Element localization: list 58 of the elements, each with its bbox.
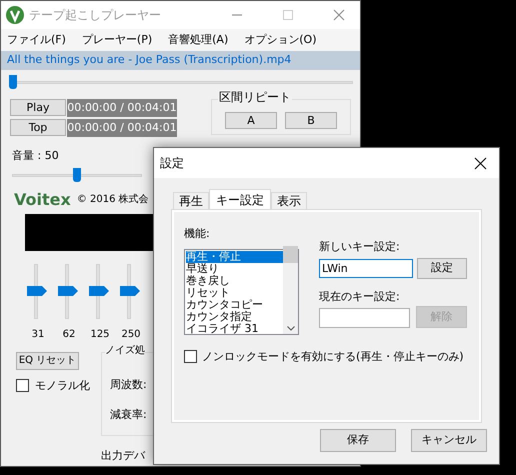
- time-display: 00:00:00 / 00:04:01: [67, 99, 177, 117]
- tab[interactable]: 再生: [173, 192, 209, 209]
- group-title: 区間リピート: [218, 91, 292, 103]
- group-title: ノイズ処: [105, 346, 145, 356]
- tab[interactable]: キー設定: [209, 189, 271, 209]
- eq-slider-thumb[interactable]: [58, 286, 78, 296]
- eq-band-label: 62: [62, 328, 76, 342]
- close-icon[interactable]: [474, 156, 487, 170]
- dialog-button[interactable]: 保存: [320, 429, 396, 452]
- time-display: 00:00:00 / 00:04:01: [67, 119, 177, 137]
- checkbox-label[interactable]: モノラル化: [35, 378, 90, 394]
- current-key-field[interactable]: [319, 308, 410, 328]
- eq-band-label: 125: [90, 328, 110, 342]
- list-item[interactable]: カウンタコピー: [186, 298, 283, 310]
- logo: Voitex: [14, 192, 71, 208]
- copyright: © 2016 株式会: [76, 192, 149, 207]
- checkbox[interactable]: [16, 379, 29, 392]
- menu-item[interactable]: プレーヤー(P): [82, 32, 152, 48]
- tab[interactable]: 表示: [271, 192, 307, 209]
- repeat-button[interactable]: A: [225, 112, 277, 128]
- slider-thumb[interactable]: [9, 75, 17, 89]
- slider-thumb[interactable]: [73, 168, 81, 182]
- menu-item[interactable]: 音響処理(A): [168, 32, 228, 48]
- list-item[interactable]: カウンタ指定: [186, 310, 283, 322]
- checkbox[interactable]: [184, 350, 197, 364]
- eq-slider-thumb[interactable]: [120, 286, 140, 296]
- function-label: 機能:: [184, 226, 211, 242]
- menu-item[interactable]: ファイル(F): [7, 32, 66, 48]
- app-logo-icon: [6, 6, 24, 24]
- list-item[interactable]: 再生・停止: [186, 250, 283, 262]
- list-item[interactable]: リセット: [186, 286, 283, 298]
- eq-band-label: 250: [121, 328, 141, 342]
- frequency-label: 周波数:: [110, 376, 148, 392]
- eq-reset-button[interactable]: EQ リセット: [16, 352, 79, 370]
- eq-band-label: 31: [32, 328, 44, 342]
- dialog-title: 設定: [160, 155, 185, 172]
- output-device-label: 出力デバ: [101, 448, 146, 464]
- eq-slider-thumb[interactable]: [27, 286, 47, 296]
- set-button[interactable]: 設定: [417, 258, 467, 278]
- attenuation-label: 減衰率:: [110, 407, 148, 423]
- volume-label: 音量 : 50: [12, 148, 59, 164]
- new-key-field[interactable]: LWin: [319, 258, 413, 278]
- window-title: テープ起こしプレーヤー: [29, 7, 162, 24]
- file-name: All the things you are - Joe Pass (Transcription).mp4: [7, 52, 292, 68]
- current-key-label: 現在のキー設定:: [319, 288, 401, 304]
- list-item[interactable]: 早送り: [186, 262, 283, 274]
- eq-slider-thumb[interactable]: [89, 286, 109, 296]
- menu-item[interactable]: オプション(O): [244, 32, 316, 48]
- dialog-button[interactable]: キャンセル: [411, 429, 487, 452]
- scroll-thumb[interactable]: [283, 246, 298, 262]
- new-key-label: 新しいキー設定:: [319, 239, 401, 255]
- transport-button[interactable]: Play: [10, 99, 66, 116]
- list-item[interactable]: イコライザ 31: [186, 322, 283, 334]
- checkbox-label[interactable]: ノンロックモードを有効にする(再生・停止キーのみ): [202, 348, 464, 365]
- list-item[interactable]: 巻き戻し: [186, 274, 283, 286]
- scroll-down-icon[interactable]: [286, 326, 294, 330]
- transport-button[interactable]: Top: [10, 119, 66, 136]
- repeat-button[interactable]: B: [285, 112, 337, 128]
